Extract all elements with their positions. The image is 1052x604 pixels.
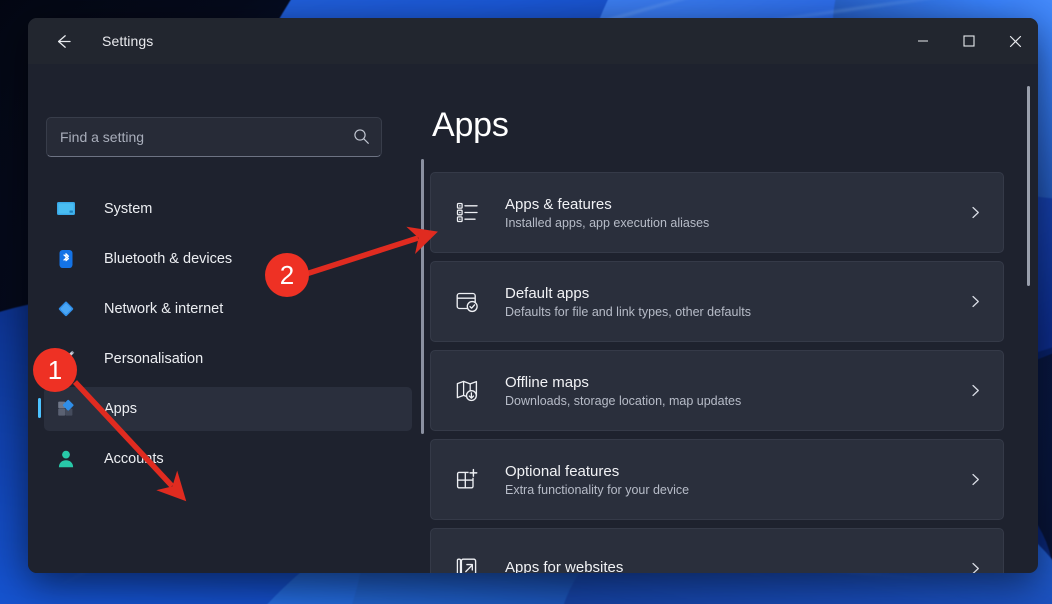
card-title: Apps for websites xyxy=(505,559,965,574)
search-box xyxy=(46,117,382,157)
sidebar-item-bluetooth-and-devices[interactable]: Bluetooth & devices xyxy=(44,237,412,281)
back-button[interactable] xyxy=(46,24,80,58)
apps-icon xyxy=(54,397,78,421)
bluetooth-icon xyxy=(54,247,78,271)
maximize-button[interactable] xyxy=(946,18,992,64)
external-link-icon xyxy=(452,554,482,574)
close-button[interactable] xyxy=(992,18,1038,64)
sidebar-item-personalisation[interactable]: Personalisation xyxy=(44,337,412,381)
card-title: Apps & features xyxy=(505,196,965,213)
system-monitor-icon xyxy=(54,197,78,221)
main-scrollbar[interactable] xyxy=(1027,86,1030,286)
title-bar: Settings xyxy=(28,18,1038,64)
card-title: Default apps xyxy=(505,285,965,302)
list-bullets-icon xyxy=(452,198,482,228)
close-icon xyxy=(1009,35,1022,48)
window-controls xyxy=(900,18,1038,64)
card-optional-features[interactable]: Optional features Extra functionality fo… xyxy=(430,439,1004,520)
chevron-right-icon xyxy=(965,295,985,308)
sidebar-item-label: Apps xyxy=(104,401,137,417)
optional-features-plus-icon xyxy=(452,465,482,495)
sidebar-item-accounts[interactable]: Accounts xyxy=(44,437,412,481)
window-body: System Bluetooth & devices xyxy=(28,64,1038,573)
default-apps-check-icon xyxy=(452,287,482,317)
network-icon xyxy=(54,297,78,321)
paintbrush-icon xyxy=(54,347,78,371)
desktop-wallpaper: Settings xyxy=(0,0,1052,604)
minimize-icon xyxy=(917,35,929,47)
chevron-right-icon xyxy=(965,473,985,486)
card-title: Optional features xyxy=(505,463,965,480)
sidebar-item-label: Accounts xyxy=(104,451,164,467)
settings-card-list: Apps & features Installed apps, app exec… xyxy=(430,172,1004,573)
card-subtitle: Installed apps, app execution aliases xyxy=(505,216,965,230)
search-input[interactable] xyxy=(46,117,382,157)
maximize-icon xyxy=(963,35,975,47)
sidebar-item-label: Network & internet xyxy=(104,301,223,317)
card-text: Apps for websites xyxy=(505,559,965,574)
card-offline-maps[interactable]: Offline maps Downloads, storage location… xyxy=(430,350,1004,431)
page-title: Apps xyxy=(432,106,1038,145)
sidebar-item-apps[interactable]: Apps xyxy=(44,387,412,431)
card-title: Offline maps xyxy=(505,374,965,391)
card-apps-and-features[interactable]: Apps & features Installed apps, app exec… xyxy=(430,172,1004,253)
chevron-right-icon xyxy=(965,562,985,573)
sidebar-nav: System Bluetooth & devices xyxy=(28,187,430,481)
minimize-button[interactable] xyxy=(900,18,946,64)
card-text: Apps & features Installed apps, app exec… xyxy=(505,196,965,230)
sidebar-item-network-and-internet[interactable]: Network & internet xyxy=(44,287,412,331)
account-person-icon xyxy=(54,447,78,471)
card-text: Default apps Defaults for file and link … xyxy=(505,285,965,319)
sidebar-scrollbar[interactable] xyxy=(421,159,424,434)
card-text: Offline maps Downloads, storage location… xyxy=(505,374,965,408)
map-download-icon xyxy=(452,376,482,406)
window-title: Settings xyxy=(102,33,153,49)
card-subtitle: Defaults for file and link types, other … xyxy=(505,305,965,319)
chevron-right-icon xyxy=(965,206,985,219)
sidebar: System Bluetooth & devices xyxy=(28,64,430,573)
card-text: Optional features Extra functionality fo… xyxy=(505,463,965,497)
chevron-right-icon xyxy=(965,384,985,397)
sidebar-item-label: Bluetooth & devices xyxy=(104,251,232,267)
sidebar-item-system[interactable]: System xyxy=(44,187,412,231)
card-subtitle: Extra functionality for your device xyxy=(505,483,965,497)
sidebar-item-label: Personalisation xyxy=(104,351,203,367)
back-arrow-icon xyxy=(54,32,73,51)
main-content: Apps xyxy=(430,64,1038,573)
settings-window: Settings xyxy=(28,18,1038,573)
card-apps-for-websites[interactable]: Apps for websites xyxy=(430,528,1004,573)
card-subtitle: Downloads, storage location, map updates xyxy=(505,394,965,408)
sidebar-item-label: System xyxy=(104,201,152,217)
card-default-apps[interactable]: Default apps Defaults for file and link … xyxy=(430,261,1004,342)
